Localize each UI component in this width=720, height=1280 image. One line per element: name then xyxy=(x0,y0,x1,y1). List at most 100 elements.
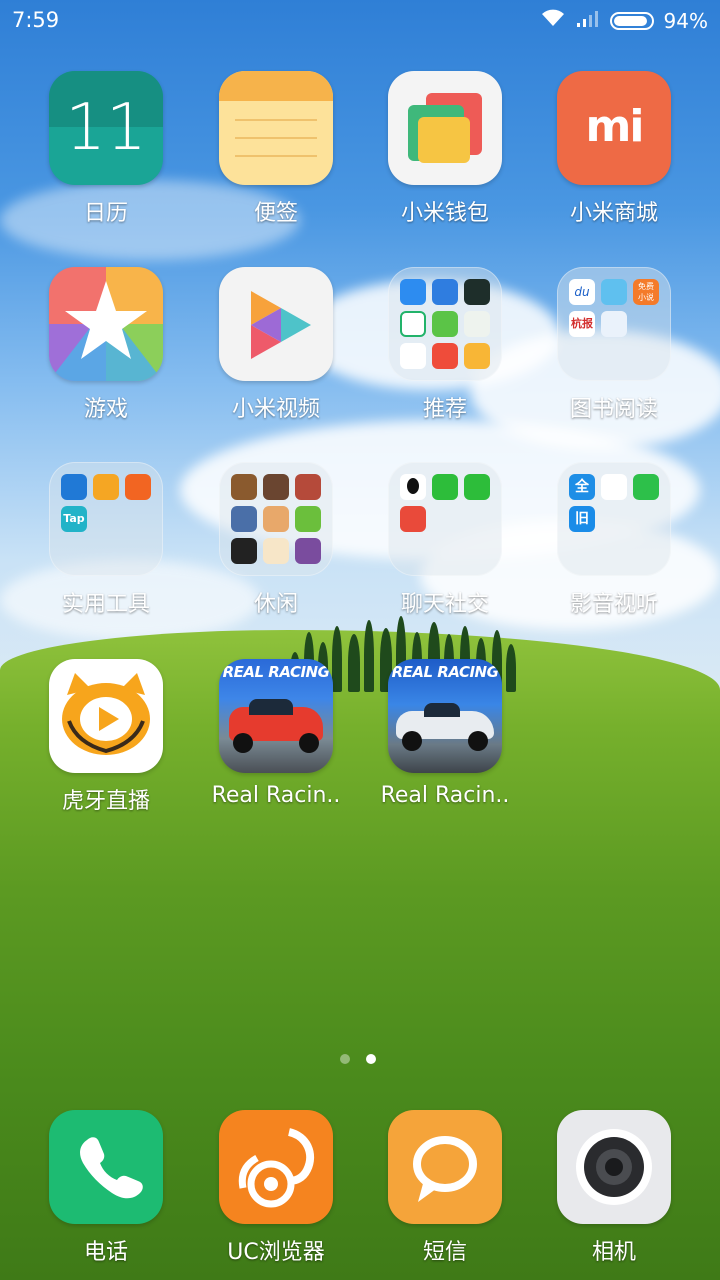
play-icon xyxy=(219,267,333,381)
app-real-racing-2[interactable]: REAL RACING Real Racin.. xyxy=(360,659,530,829)
page-dot-active[interactable] xyxy=(366,1054,376,1064)
status-time: 7:59 xyxy=(12,8,60,32)
app-label: 相机 xyxy=(591,1240,636,1265)
app-thumb-icon xyxy=(601,279,627,305)
mi-logo-icon: mi xyxy=(557,71,671,185)
camera-lens-icon xyxy=(557,1110,671,1224)
app-thumb-icon xyxy=(93,474,119,500)
squirrel-icon xyxy=(219,1110,333,1224)
app-thumb-icon xyxy=(263,506,289,532)
huya-tiger-icon xyxy=(49,659,163,773)
app-thumb-icon xyxy=(464,474,490,500)
app-games[interactable]: 游戏 xyxy=(21,267,191,437)
folder-icon xyxy=(388,267,502,381)
page-indicator xyxy=(340,1054,376,1064)
app-thumb-icon xyxy=(231,538,257,564)
app-thumb-icon: 全 xyxy=(569,474,595,500)
app-thumb-icon xyxy=(464,343,490,369)
app-calendar[interactable]: 11 日历 xyxy=(21,71,191,241)
app-label: 虎牙直播 xyxy=(61,789,150,814)
app-thumb-icon xyxy=(295,506,321,532)
app-label: 休闲 xyxy=(253,592,298,617)
dock-sms[interactable]: 短信 xyxy=(360,1110,530,1280)
phone-icon xyxy=(49,1110,163,1224)
battery-icon xyxy=(609,11,654,30)
app-label: 电话 xyxy=(83,1240,128,1265)
app-label: 便签 xyxy=(253,201,298,226)
app-mi-video[interactable]: 小米视频 xyxy=(191,267,361,437)
calendar-icon: 11 xyxy=(49,71,163,185)
folder-media[interactable]: 全 旧 影音视听 xyxy=(529,462,699,632)
app-thumb-icon xyxy=(61,474,87,500)
app-thumb-icon: du xyxy=(569,279,595,305)
app-thumb-icon: 旧 xyxy=(569,506,595,532)
wechat-icon xyxy=(432,474,458,500)
app-thumb-icon xyxy=(601,311,627,337)
app-label: 小米钱包 xyxy=(400,201,489,226)
app-thumb-icon xyxy=(400,343,426,369)
app-thumb-icon xyxy=(633,474,659,500)
folder-icon xyxy=(388,462,502,576)
app-thumb-icon xyxy=(231,474,257,500)
app-wallet[interactable]: 小米钱包 xyxy=(360,71,530,241)
battery-percent: 94% xyxy=(663,8,708,33)
app-label: Real Racin.. xyxy=(211,783,341,808)
page-dot[interactable] xyxy=(340,1054,350,1064)
app-label: 短信 xyxy=(422,1240,467,1265)
app-thumb-icon: 杭报 xyxy=(569,311,595,337)
folder-icon: du 免费 小说 杭报 xyxy=(557,267,671,381)
app-thumb-icon xyxy=(400,279,426,305)
app-label: Real Racin.. xyxy=(380,783,510,808)
qq-icon xyxy=(400,474,426,500)
app-thumb-icon xyxy=(400,311,426,337)
folder-social[interactable]: 聊天社交 xyxy=(360,462,530,632)
dock-uc-browser[interactable]: UC浏览器 xyxy=(191,1110,361,1280)
app-label: 聊天社交 xyxy=(400,592,489,617)
app-label: 游戏 xyxy=(83,397,128,422)
dock-phone[interactable]: 电话 xyxy=(21,1110,191,1280)
app-real-racing-1[interactable]: REAL RACING Real Racin.. xyxy=(191,659,361,829)
app-thumb-icon xyxy=(432,343,458,369)
wallet-icon xyxy=(388,71,502,185)
folder-leisure[interactable]: 休闲 xyxy=(191,462,361,632)
app-label: 影音视听 xyxy=(569,592,658,617)
folder-icon: 全 旧 xyxy=(557,462,671,576)
app-thumb-icon xyxy=(263,474,289,500)
app-mi-store[interactable]: mi 小米商城 xyxy=(529,71,699,241)
app-thumb-icon: 免费 小说 xyxy=(633,279,659,305)
folder-icon: Tap xyxy=(49,462,163,576)
app-notes[interactable]: 便签 xyxy=(191,71,361,241)
race-car-icon: REAL RACING xyxy=(388,659,502,773)
app-label: 推荐 xyxy=(422,397,467,422)
star-icon xyxy=(49,267,163,381)
calendar-day: 11 xyxy=(65,91,147,165)
app-label: 图书阅读 xyxy=(569,397,658,422)
signal-icon xyxy=(576,9,600,33)
app-thumb-icon xyxy=(231,506,257,532)
app-huya[interactable]: 虎牙直播 xyxy=(21,659,191,829)
app-thumb-icon xyxy=(295,538,321,564)
app-thumb-icon xyxy=(295,474,321,500)
app-label: 日历 xyxy=(83,201,128,226)
dock-camera[interactable]: 相机 xyxy=(529,1110,699,1280)
app-thumb-icon xyxy=(400,506,426,532)
notes-icon xyxy=(219,71,333,185)
app-thumb-icon xyxy=(464,311,490,337)
folder-recommend[interactable]: 推荐 xyxy=(360,267,530,437)
message-bubble-icon xyxy=(388,1110,502,1224)
folder-books[interactable]: du 免费 小说 杭报 图书阅读 xyxy=(529,267,699,437)
folder-tools[interactable]: Tap 实用工具 xyxy=(21,462,191,632)
app-thumb-icon xyxy=(125,474,151,500)
app-thumb-icon: Tap xyxy=(61,506,87,532)
app-thumb-icon xyxy=(464,279,490,305)
race-car-icon: REAL RACING xyxy=(219,659,333,773)
app-thumb-icon xyxy=(601,474,627,500)
app-thumb-icon xyxy=(432,311,458,337)
status-bar: 7:59 94% xyxy=(0,0,720,40)
app-thumb-icon xyxy=(263,538,289,564)
wifi-icon xyxy=(540,8,566,33)
folder-icon xyxy=(219,462,333,576)
app-label: UC浏览器 xyxy=(227,1240,325,1265)
app-label: 实用工具 xyxy=(61,592,150,617)
app-label: 小米商城 xyxy=(569,201,658,226)
